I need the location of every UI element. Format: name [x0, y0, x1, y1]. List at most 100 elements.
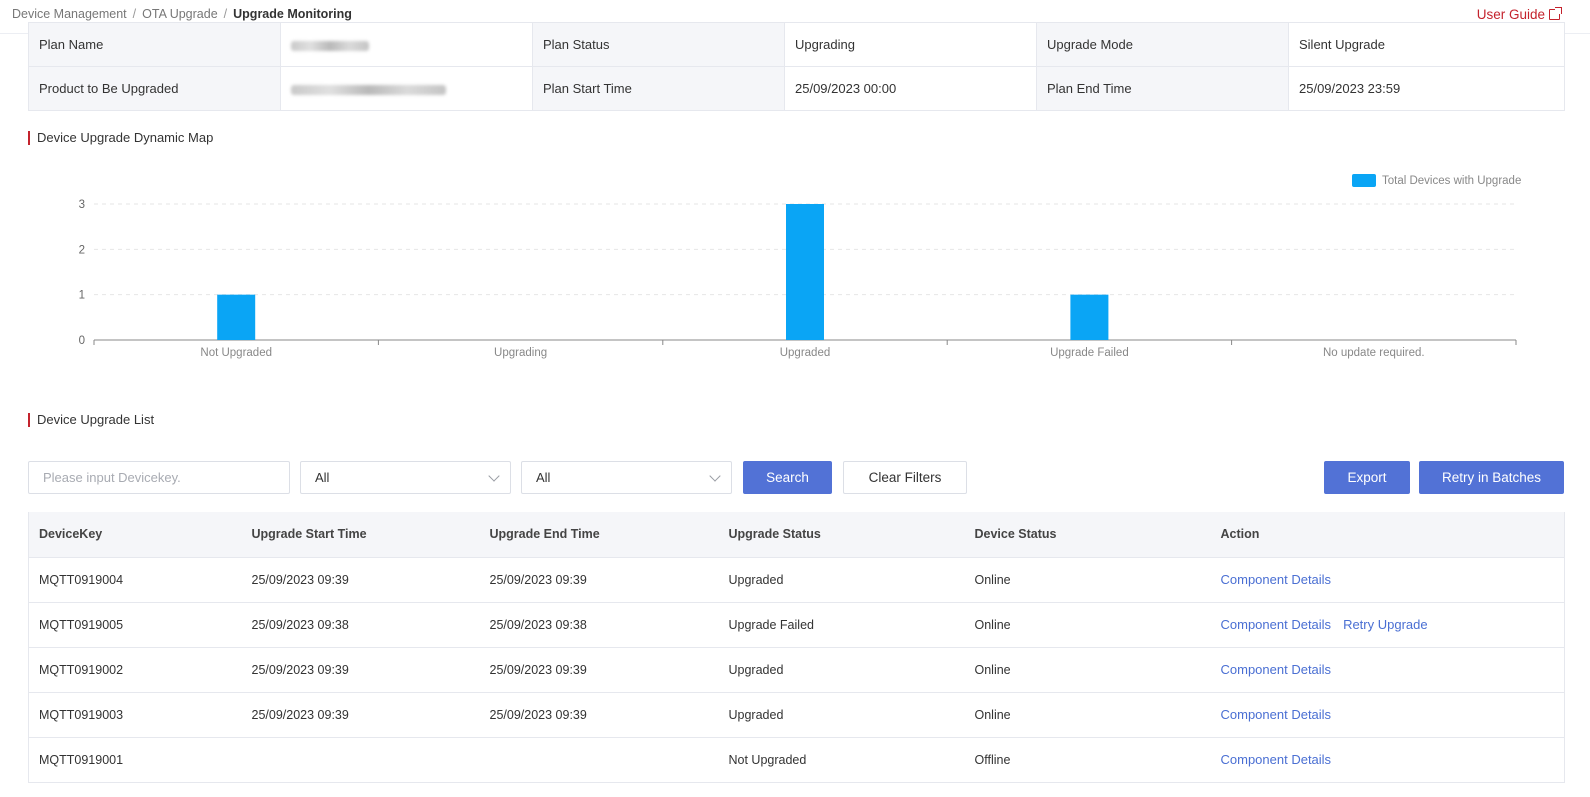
- search-button[interactable]: Search: [743, 461, 832, 494]
- start-time-cell: [241, 737, 480, 783]
- list-section-title: Device Upgrade List: [28, 413, 154, 427]
- y-tick-label: 0: [79, 335, 85, 347]
- action-cell: Component Details: [1210, 647, 1565, 693]
- device-status-selected: All: [536, 470, 551, 485]
- end-time-cell: 25/09/2023 09:38: [479, 602, 719, 648]
- user-guide-label: User Guide: [1476, 7, 1545, 22]
- plan-name-value: [280, 22, 533, 67]
- retry-upgrade-link[interactable]: Retry Upgrade: [1343, 617, 1428, 632]
- end-time-cell: 25/09/2023 09:39: [479, 692, 719, 738]
- clear-filters-button[interactable]: Clear Filters: [843, 461, 967, 494]
- component-details-link[interactable]: Component Details: [1221, 617, 1332, 632]
- component-details-link[interactable]: Component Details: [1221, 752, 1332, 767]
- x-tick-label: Upgrading: [494, 347, 547, 359]
- devicekey-cell: MQTT0919001: [28, 737, 242, 783]
- x-tick-label: Upgrade Failed: [1050, 347, 1129, 359]
- breadcrumb-ota-upgrade[interactable]: OTA Upgrade: [142, 7, 218, 21]
- start-time-cell: 25/09/2023 09:39: [241, 692, 480, 738]
- plan-info-row: Product to Be Upgraded Plan Start Time 2…: [28, 66, 1565, 111]
- breadcrumb-current: Upgrade Monitoring: [233, 7, 352, 21]
- x-tick-label: No update required.: [1323, 347, 1425, 359]
- column-header-action: Action: [1210, 512, 1565, 558]
- upgrade-mode-value: Silent Upgrade: [1288, 22, 1565, 67]
- table-header-row: DeviceKey Upgrade Start Time Upgrade End…: [28, 512, 1565, 558]
- start-time-cell: 25/09/2023 09:39: [241, 647, 480, 693]
- component-details-link[interactable]: Component Details: [1221, 707, 1332, 722]
- column-header-device-status: Device Status: [964, 512, 1211, 558]
- bar: [1070, 294, 1109, 340]
- devicekey-search-input[interactable]: Please input Devicekey.: [28, 461, 290, 494]
- bar: [786, 204, 824, 340]
- upgrade-status-cell: Upgrade Failed: [718, 602, 965, 648]
- column-header-end-time: Upgrade End Time: [479, 512, 719, 558]
- end-time-cell: [479, 737, 719, 783]
- retry-in-batches-button[interactable]: Retry in Batches: [1419, 461, 1564, 494]
- device-status-cell: Online: [964, 602, 1211, 648]
- devicekey-cell: MQTT0919005: [28, 602, 242, 648]
- map-section-title: Device Upgrade Dynamic Map: [28, 131, 213, 145]
- plan-end-time-value: 25/09/2023 23:59: [1288, 66, 1565, 111]
- device-status-cell: Online: [964, 692, 1211, 738]
- devicekey-cell: MQTT0919003: [28, 692, 242, 738]
- devicekey-cell: MQTT0919002: [28, 647, 242, 693]
- user-guide-link[interactable]: User Guide: [1476, 7, 1562, 22]
- breadcrumb: Device Management / OTA Upgrade / Upgrade Mo…: [12, 7, 352, 21]
- plan-name-label: Plan Name: [28, 22, 281, 67]
- plan-end-time-label: Plan End Time: [1036, 66, 1289, 111]
- breadcrumb-separator: /: [223, 7, 228, 21]
- upgrade-mode-label: Upgrade Mode: [1036, 22, 1289, 67]
- plan-status-value: Upgrading: [784, 22, 1037, 67]
- device-upgrade-table: DeviceKey Upgrade Start Time Upgrade End…: [28, 512, 1565, 783]
- breadcrumb-device-management[interactable]: Device Management: [12, 7, 127, 21]
- breadcrumb-separator: /: [132, 7, 137, 21]
- action-cell: Component Details: [1210, 737, 1565, 783]
- chevron-down-icon: [709, 470, 721, 482]
- upgrade-status-cell: Not Upgraded: [718, 737, 965, 783]
- column-header-upgrade-status: Upgrade Status: [718, 512, 965, 558]
- table-row: MQTT0919002 25/09/2023 09:39 25/09/2023 …: [28, 647, 1565, 693]
- device-status-cell: Online: [964, 647, 1211, 693]
- table-row: MQTT0919003 25/09/2023 09:39 25/09/2023 …: [28, 692, 1565, 738]
- plan-status-label: Plan Status: [532, 22, 785, 67]
- start-time-cell: 25/09/2023 09:39: [241, 557, 480, 603]
- redacted-product-name: [291, 84, 446, 95]
- device-status-select[interactable]: All: [521, 461, 732, 494]
- action-cell: Component Details Retry Upgrade: [1210, 602, 1565, 648]
- upgrade-status-cell: Upgraded: [718, 557, 965, 603]
- export-button[interactable]: Export: [1324, 461, 1410, 494]
- start-time-cell: 25/09/2023 09:38: [241, 602, 480, 648]
- redacted-plan-name: [291, 40, 369, 51]
- x-tick-label: Not Upgraded: [200, 347, 272, 359]
- product-value: [280, 66, 533, 111]
- y-tick-label: 2: [79, 244, 85, 256]
- component-details-link[interactable]: Component Details: [1221, 662, 1332, 677]
- component-details-link[interactable]: Component Details: [1221, 572, 1332, 587]
- device-status-cell: Offline: [964, 737, 1211, 783]
- plan-info-table: Plan Name Plan Status Upgrading Upgrade …: [28, 22, 1565, 111]
- table-row: MQTT0919005 25/09/2023 09:38 25/09/2023 …: [28, 602, 1565, 648]
- plan-start-time-value: 25/09/2023 00:00: [784, 66, 1037, 111]
- plan-start-time-label: Plan Start Time: [532, 66, 785, 111]
- devicekey-cell: MQTT0919004: [28, 557, 242, 603]
- column-header-start-time: Upgrade Start Time: [241, 512, 480, 558]
- upgrade-status-bar-chart: 0 1 2 3 Not Upgraded Upgrading Upgraded Upgrade…: [79, 174, 1521, 359]
- bar: [217, 294, 256, 340]
- action-cell: Component Details: [1210, 557, 1565, 603]
- plan-info-row: Plan Name Plan Status Upgrading Upgrade …: [28, 22, 1565, 67]
- external-link-icon: [1549, 7, 1562, 20]
- action-cell: Component Details: [1210, 692, 1565, 738]
- end-time-cell: 25/09/2023 09:39: [479, 557, 719, 603]
- end-time-cell: 25/09/2023 09:39: [479, 647, 719, 693]
- product-label: Product to Be Upgraded: [28, 66, 281, 111]
- upgrade-status-selected: All: [315, 470, 330, 485]
- chevron-down-icon: [488, 470, 500, 482]
- legend-swatch: [1352, 174, 1376, 187]
- table-row: MQTT0919004 25/09/2023 09:39 25/09/2023 …: [28, 557, 1565, 603]
- upgrade-status-cell: Upgraded: [718, 692, 965, 738]
- table-row: MQTT0919001 Not Upgraded Offline Compone…: [28, 737, 1565, 783]
- x-tick-label: Upgraded: [780, 347, 831, 359]
- upgrade-status-select[interactable]: All: [300, 461, 511, 494]
- upgrade-status-cell: Upgraded: [718, 647, 965, 693]
- y-tick-label: 1: [79, 290, 85, 302]
- legend-label: Total Devices with Upgrade: [1382, 175, 1521, 187]
